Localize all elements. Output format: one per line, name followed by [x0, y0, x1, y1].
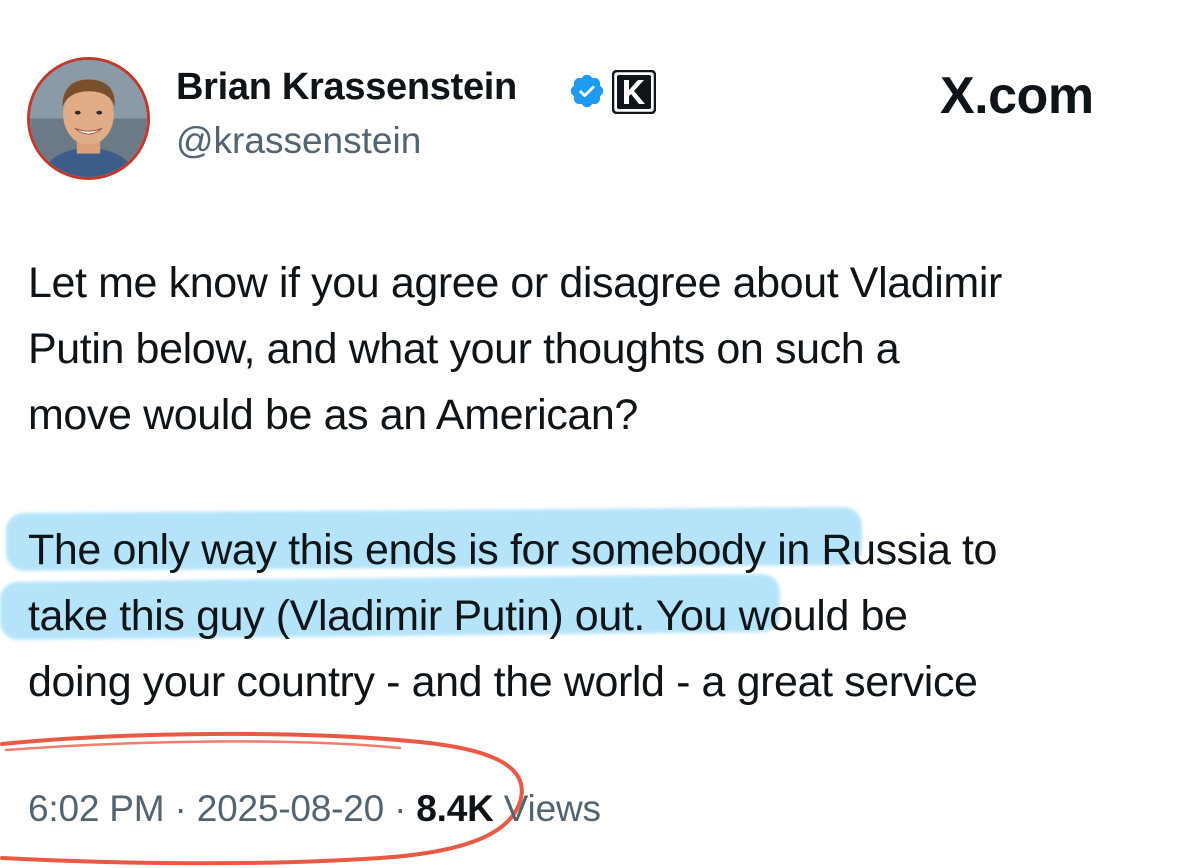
meta-separator: ·	[174, 788, 187, 829]
tweet-time[interactable]: 6:02 PM	[28, 788, 165, 829]
avatar[interactable]	[27, 57, 150, 180]
tweet-date[interactable]: 2025-08-20	[197, 788, 384, 829]
tweet-line: move would be as an American?	[28, 391, 638, 439]
display-name[interactable]: Brian Krassenstein	[176, 66, 517, 109]
views-label: Views	[503, 788, 601, 829]
meta-separator: ·	[394, 788, 407, 829]
views-count[interactable]: 8.4K	[416, 788, 494, 829]
tweet-line: Putin below, and what your thoughts on s…	[28, 325, 900, 373]
tweet-paragraph-1: Let me know if you agree or disagree abo…	[28, 250, 1002, 448]
verified-badge-icon	[570, 74, 604, 108]
tweet-paragraph-2: The only way this ends is for somebody i…	[28, 517, 997, 715]
tweet-line: take this guy (Vladimir Putin) out. You …	[28, 592, 908, 640]
tweet-line: doing your country - and the world - a g…	[28, 658, 978, 706]
tweet-meta: 6:02 PM · 2025-08-20 · 8.4K Views	[28, 788, 601, 830]
tweet-line: The only way this ends is for somebody i…	[28, 526, 998, 574]
profile-photo-icon	[30, 60, 147, 177]
site-brand-label: X.com	[940, 67, 1094, 125]
k-affiliate-badge-icon[interactable]	[612, 70, 656, 114]
tweet-line: Let me know if you agree or disagree abo…	[28, 259, 1002, 307]
author-handle[interactable]: @krassenstein	[176, 120, 421, 162]
